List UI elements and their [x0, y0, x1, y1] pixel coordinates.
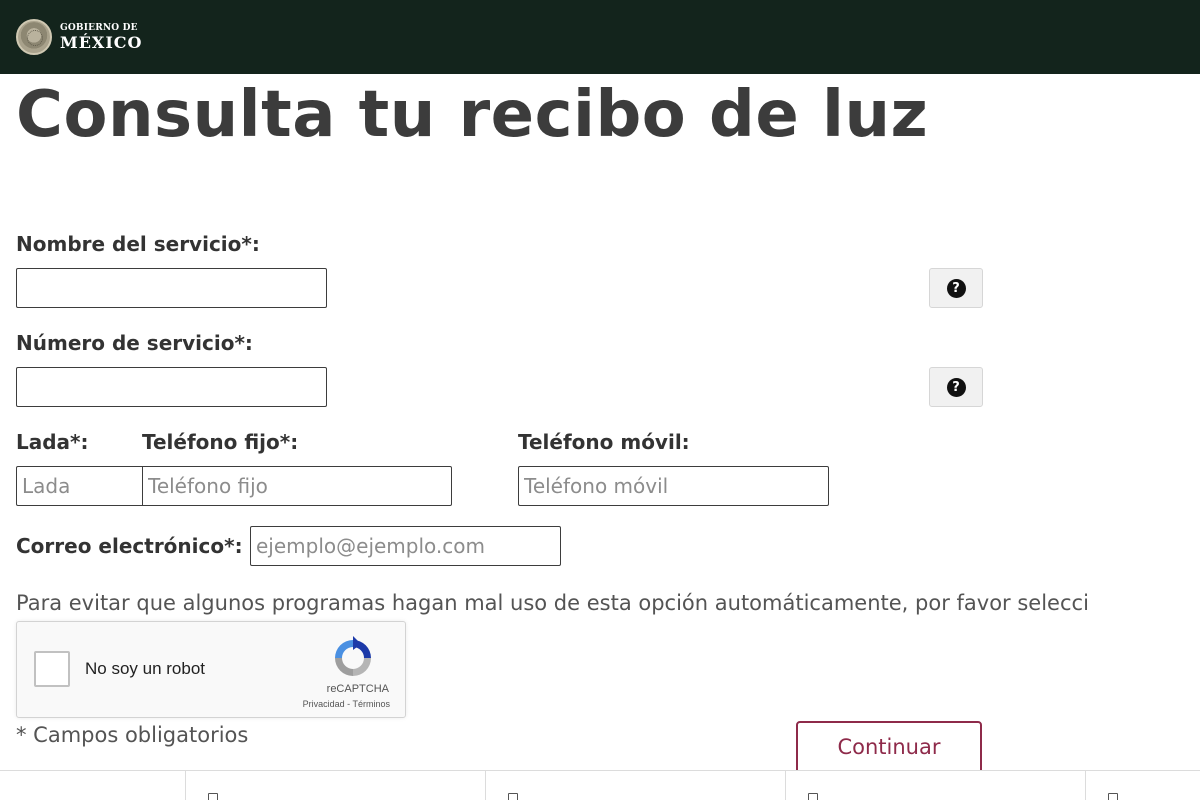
- service-number-input[interactable]: [16, 367, 327, 407]
- bottom-cell[interactable]: [1086, 771, 1200, 800]
- page-title: Consulta tu recibo de luz: [16, 78, 929, 152]
- bottom-cell: [0, 771, 186, 800]
- required-fields-note: * Campos obligatorios: [16, 723, 249, 747]
- logo-line1: GOBIERNO DE: [60, 22, 138, 33]
- document-icon: [1108, 793, 1118, 800]
- email-label: Correo electrónico*:: [16, 534, 243, 558]
- lada-input[interactable]: [16, 466, 143, 506]
- phone-label: Teléfono fijo*:: [142, 430, 299, 454]
- service-name-help-button[interactable]: ?: [929, 268, 983, 308]
- email-input[interactable]: [250, 526, 561, 566]
- lada-label: Lada*:: [16, 430, 89, 454]
- top-bar: GOBIERNO DE MÉXICO: [0, 0, 1200, 74]
- national-seal-icon: [16, 19, 52, 55]
- question-circle-icon: ?: [946, 377, 966, 397]
- mobile-label: Teléfono móvil:: [518, 430, 690, 454]
- recaptcha-logo-icon: [335, 636, 371, 676]
- question-circle-icon: ?: [946, 278, 966, 298]
- logo-text: GOBIERNO DE MÉXICO: [60, 22, 143, 52]
- captcha-notice: Para evitar que algunos programas hagan …: [16, 591, 1089, 615]
- recaptcha-label: No soy un robot: [85, 659, 206, 678]
- gobierno-logo[interactable]: GOBIERNO DE MÉXICO: [16, 19, 142, 55]
- document-icon: [808, 793, 818, 800]
- continue-button[interactable]: Continuar: [796, 721, 982, 776]
- recaptcha-links[interactable]: Privacidad - Términos: [303, 699, 390, 709]
- phone-input[interactable]: [142, 466, 452, 506]
- bottom-cell[interactable]: [786, 771, 1086, 800]
- bottom-cell[interactable]: [186, 771, 486, 800]
- bottom-section: [0, 770, 1200, 800]
- service-number-label: Número de servicio*:: [16, 331, 253, 355]
- document-icon: [208, 793, 218, 800]
- service-number-help-button[interactable]: ?: [929, 367, 983, 407]
- bottom-cell[interactable]: [486, 771, 786, 800]
- recaptcha-widget: No soy un robot reCAPTCHA Privacidad - T…: [16, 621, 406, 718]
- recaptcha-checkbox[interactable]: [34, 651, 70, 687]
- document-icon: [508, 793, 518, 800]
- logo-line2: MÉXICO: [60, 32, 143, 52]
- recaptcha-brand: reCAPTCHA: [326, 683, 389, 695]
- service-name-input[interactable]: [16, 268, 327, 308]
- mobile-input[interactable]: [518, 466, 829, 506]
- service-name-label: Nombre del servicio*:: [16, 232, 260, 256]
